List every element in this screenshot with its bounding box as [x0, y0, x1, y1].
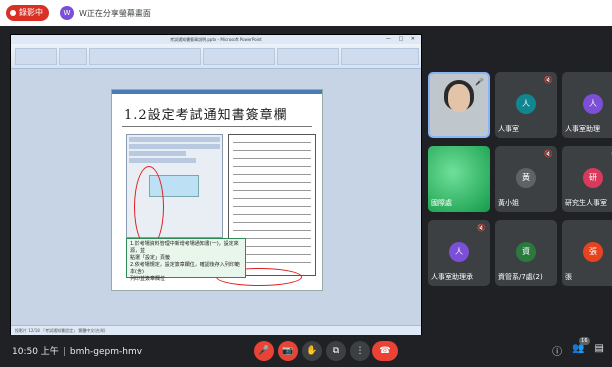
mic-active-icon: 🎤	[475, 78, 484, 86]
meeting-stage: 考試通知書簽章說明.pptx - Microsoft PowerPoint — …	[0, 26, 612, 336]
presenter-chip[interactable]: W W正在分享螢幕畫面	[60, 5, 151, 21]
participant-name: 張	[565, 273, 572, 281]
more-options-button[interactable]: ⋮	[350, 341, 370, 361]
leave-call-button[interactable]: ☎	[372, 341, 398, 361]
ribbon-group	[341, 48, 419, 65]
participant-avatar: 資	[516, 242, 536, 262]
ribbon-group	[203, 48, 275, 65]
record-dot-icon	[10, 10, 16, 16]
more-vert-icon: ⋮	[355, 346, 365, 356]
meeting-code: bmh-gepm-hmv	[69, 347, 143, 357]
presenter-text: W正在分享螢幕畫面	[79, 8, 151, 18]
participant-name: 研究生人事室	[565, 199, 607, 207]
note-line: 點選「設定」頁籤	[130, 255, 171, 261]
recording-label: 錄影中	[19, 8, 43, 17]
note-line: 列印並簽章欄位	[130, 276, 166, 282]
slide-header-band	[112, 90, 322, 94]
clock-time: 10:50 上午	[12, 347, 59, 357]
slide-title: 1.2設定考試通知書簽章欄	[124, 108, 288, 123]
highlight-ellipse	[134, 166, 164, 248]
slide: 1.2設定考試通知書簽章欄 1.於考場資料管理中新增考場通知書(一)，設定來源，…	[111, 89, 323, 291]
recording-indicator: 錄影中	[6, 5, 49, 21]
presenter-avatar: W	[60, 6, 74, 20]
meeting-controls-bar: 10:50 上午 | bmh-gepm-hmv 🎤 📷 ✋ ⧉ ⋮ ☎ ⓘ 👥 16…	[0, 335, 612, 367]
note-line: 1.於考場資料管理中新增考場通知書(一)，設定來源，並	[130, 241, 239, 254]
shared-screen: 考試通知書簽章說明.pptx - Microsoft PowerPoint — …	[10, 34, 422, 336]
camera-off-icon: 📷	[282, 346, 294, 356]
mic-muted-icon: 🔇	[544, 76, 553, 84]
powerpoint-window-title: 考試通知書簽章說明.pptx - Microsoft PowerPoint	[170, 37, 262, 42]
present-screen-icon: ⧉	[332, 346, 340, 356]
participant-tile[interactable]: 資 資管系/7處(2)	[495, 220, 557, 286]
slide-note-box: 1.於考場資料管理中新增考場通知書(一)，設定來源，並 點選「設定」頁籤 2.依…	[126, 238, 246, 282]
participant-tile[interactable]: 人 🔇 人事室	[495, 72, 557, 138]
chat-icon: ▤	[594, 343, 604, 354]
participant-avatar: 黃	[516, 168, 536, 188]
participant-avatar: 人	[449, 242, 469, 262]
powerpoint-titlebar: 考試通知書簽章說明.pptx - Microsoft PowerPoint — …	[11, 35, 421, 44]
ribbon-group	[59, 48, 87, 65]
ribbon-group	[277, 48, 339, 65]
participant-tile[interactable]: 人 人事室助理	[562, 72, 612, 138]
people-button[interactable]: 👥 16	[572, 337, 590, 358]
side-panel-controls: ⓘ 👥 16 ▤	[552, 337, 604, 358]
raise-hand-button[interactable]: ✋	[302, 341, 322, 361]
participant-name: 資管系/7處(2)	[498, 273, 543, 281]
info-icon: ⓘ	[552, 347, 563, 358]
powerpoint-statusbar: 投影片 12/18 「考試通知書設定」 繁體中文(台灣)	[11, 325, 421, 335]
ribbon-group	[15, 48, 57, 65]
slide-divider	[122, 126, 312, 127]
participant-avatar: 人	[583, 94, 603, 114]
chat-button[interactable]: ▤	[595, 343, 604, 358]
participant-tile[interactable]: 人 🔇 人事室助理承	[428, 220, 490, 286]
participant-avatar: 人	[516, 94, 536, 114]
powerpoint-ribbon	[11, 44, 421, 69]
window-controls: — □ ✕	[385, 36, 418, 42]
top-bar: 錄影中 W W正在分享螢幕畫面	[0, 0, 612, 27]
participant-tile[interactable]: 🎤	[428, 72, 490, 138]
meeting-details-button[interactable]: ⓘ	[552, 343, 562, 358]
participant-tile[interactable]: 國際處	[428, 146, 490, 212]
participant-name: 人事室	[498, 125, 519, 133]
hang-up-icon: ☎	[379, 346, 391, 356]
participant-tile[interactable]: 張 張	[562, 220, 612, 286]
participant-name: 人事室助理承	[431, 273, 473, 281]
slide-workarea: 1.2設定考試通知書簽章欄 1.於考場資料管理中新增考場通知書(一)，設定來源，…	[11, 69, 421, 325]
camera-toggle-button[interactable]: 📷	[278, 341, 298, 361]
mic-muted-icon: 🔇	[544, 150, 553, 158]
mic-muted-icon: 🔇	[477, 224, 486, 232]
note-line: 2.依考場規定，設定簽章欄位，確認後存入列印範本(含)	[130, 262, 240, 275]
participant-name: 黃小姐	[498, 199, 519, 207]
participant-name: 國際處	[431, 199, 452, 207]
participant-tile[interactable]: 黃 🔇 黃小姐	[495, 146, 557, 212]
people-count-badge: 16	[579, 337, 590, 345]
participant-avatar: 研	[583, 168, 603, 188]
participant-tile[interactable]: 研 🔇 研究生人事室	[562, 146, 612, 212]
participant-name: 人事室助理	[565, 125, 600, 133]
hand-icon: ✋	[306, 346, 318, 356]
mic-toggle-button[interactable]: 🎤	[254, 341, 274, 361]
mic-off-icon: 🎤	[258, 346, 270, 356]
present-button[interactable]: ⧉	[326, 341, 346, 361]
ribbon-group	[89, 48, 201, 65]
meeting-info: 10:50 上午 | bmh-gepm-hmv	[12, 347, 143, 357]
participant-avatar: 張	[583, 242, 603, 262]
